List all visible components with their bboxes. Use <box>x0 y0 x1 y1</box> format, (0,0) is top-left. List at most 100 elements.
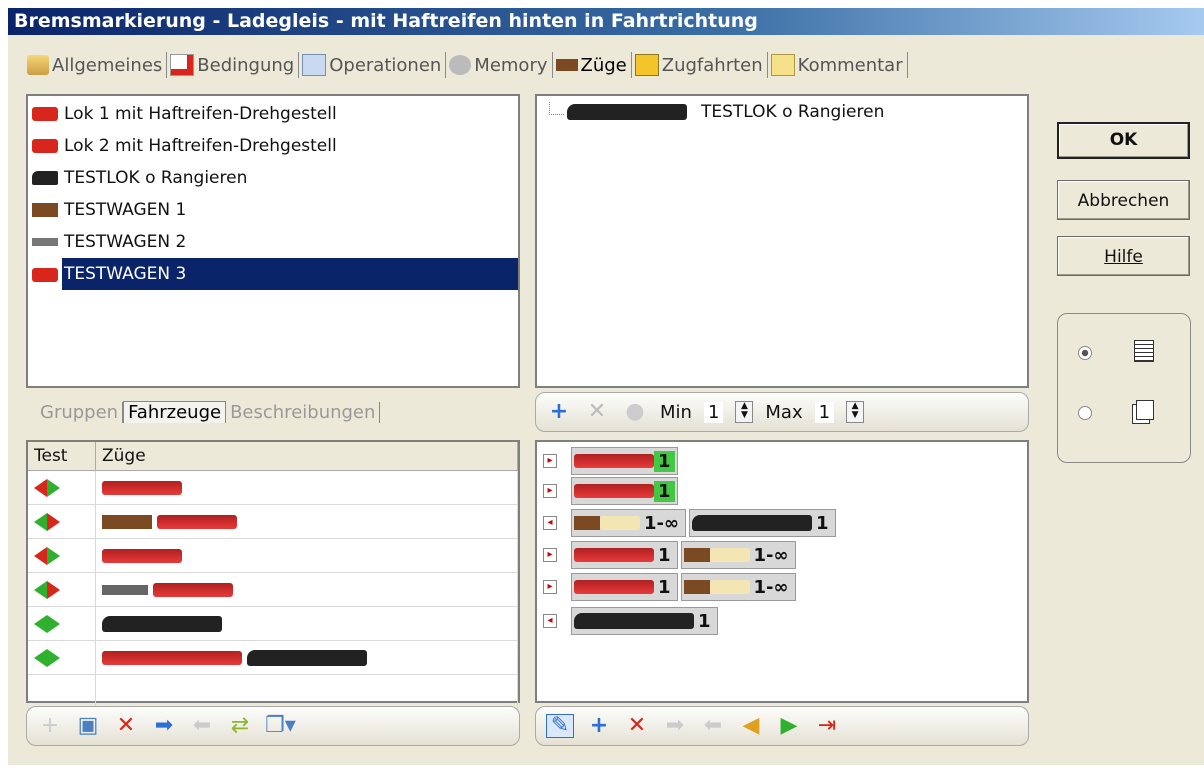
tree-panel[interactable]: TESTLOK o Rangieren <box>535 94 1029 388</box>
arrow-left-icon[interactable]: ⬅ <box>700 715 726 737</box>
tab-memory[interactable]: Memory <box>446 52 553 78</box>
table-row[interactable] <box>28 572 518 607</box>
freight-wagon-icon <box>683 580 710 594</box>
cancel-button[interactable]: Abbrechen <box>1057 180 1190 220</box>
composition-row[interactable]: ▸ 1 1-∞ <box>537 573 799 601</box>
grid-toolbar: + ▣ ✕ ➡ ⬅ ⇄ ❐▾ <box>26 706 520 746</box>
delete-icon[interactable]: ✕ <box>624 715 650 737</box>
list-item[interactable]: Lok 2 mit Haftreifen-Drehgestell <box>28 130 518 162</box>
arrow-right-icon[interactable]: ➡ <box>151 715 177 737</box>
trains-icon <box>555 59 578 71</box>
new-train-icon[interactable]: ✎ <box>546 714 574 738</box>
vehicle-chip[interactable]: 1 <box>689 509 836 537</box>
table-row[interactable] <box>28 470 518 505</box>
ok-button[interactable]: OK <box>1057 122 1190 159</box>
swap-icon[interactable]: ⇄ <box>227 715 253 737</box>
freight-wagon-icon <box>102 514 152 529</box>
railcar-icon <box>574 454 654 468</box>
table-row[interactable] <box>28 504 518 539</box>
composition-row[interactable]: ◂ 1-∞ 1 <box>537 509 839 537</box>
railcar-icon <box>32 107 58 121</box>
freight-wagon-icon <box>32 203 58 217</box>
freight-wagon-icon <box>574 516 600 530</box>
expand-icon[interactable]: ◂ <box>543 614 557 628</box>
tab-condition[interactable]: Bedingung <box>167 52 300 78</box>
tab-descriptions[interactable]: Beschreibungen <box>226 401 381 423</box>
min-stepper[interactable]: ▲ ▼ <box>735 401 754 423</box>
delete-icon[interactable]: ✕ <box>584 401 610 423</box>
disable-icon[interactable]: ● <box>622 401 648 423</box>
composition-row[interactable]: ◂ 1 <box>537 607 721 635</box>
graphic-view-radio[interactable] <box>1078 406 1092 420</box>
tab-general[interactable]: Allgemeines <box>24 52 168 78</box>
railcar-icon <box>153 582 234 597</box>
tab-groups[interactable]: Gruppen <box>36 401 124 423</box>
vehicle-chip[interactable]: 1 <box>571 477 678 505</box>
expand-icon[interactable]: ▸ <box>543 484 557 498</box>
list-item[interactable]: TESTWAGEN 2 <box>28 226 518 258</box>
vehicle-chip[interactable]: 1-∞ <box>571 509 686 537</box>
export-icon[interactable]: ⇥ <box>814 715 840 737</box>
tab-bar: Allgemeines Bedingung Operationen Memory… <box>24 48 908 82</box>
list-item[interactable]: Lok 1 mit Haftreifen-Drehgestell <box>28 98 518 130</box>
expand-icon[interactable]: ▸ <box>543 548 557 562</box>
vehicle-chip[interactable]: 1 <box>571 607 718 635</box>
list-view-radio[interactable] <box>1078 346 1092 360</box>
composition-toolbar: ✎ + ✕ ➡ ⬅ ◀ ▶ ⇥ <box>535 706 1029 746</box>
tab-trains[interactable]: Züge <box>553 52 632 78</box>
table-row[interactable] <box>28 538 518 573</box>
list-item[interactable]: TESTWAGEN 1 <box>28 194 518 226</box>
arrow-left-icon[interactable]: ⬅ <box>189 715 215 737</box>
table-row[interactable] <box>28 606 518 641</box>
tree-item[interactable]: TESTLOK o Rangieren <box>567 102 884 122</box>
train-test-grid[interactable]: Test Züge <box>26 440 520 709</box>
max-value[interactable]: 1 <box>814 401 835 423</box>
railcar-icon <box>157 514 238 529</box>
vehicle-chip[interactable]: 1-∞ <box>680 541 796 569</box>
list-item-selected[interactable]: TESTWAGEN 3 <box>62 258 518 290</box>
list-item[interactable]: TESTLOK o Rangieren <box>28 162 518 194</box>
direction-left-icon <box>34 648 47 667</box>
delete-icon[interactable]: ✕ <box>113 715 139 737</box>
copy-menu-icon[interactable]: ❐▾ <box>265 715 296 737</box>
add-icon[interactable]: + <box>586 715 612 737</box>
tab-train-runs[interactable]: Zugfahrten <box>632 52 768 78</box>
column-header-test[interactable]: Test <box>28 442 96 471</box>
direction-right-icon <box>47 614 60 633</box>
help-button[interactable]: Hilfe <box>1057 236 1190 276</box>
expand-icon[interactable]: ▸ <box>543 580 557 594</box>
composition-row[interactable]: ▸ 1 <box>537 447 681 475</box>
arrow-right-icon[interactable]: ➡ <box>662 715 688 737</box>
flat-wagon-icon <box>102 584 148 595</box>
add-icon[interactable]: + <box>546 401 572 423</box>
edit-icon[interactable]: ▣ <box>75 715 101 737</box>
railcar-icon <box>574 580 654 594</box>
vehicle-chip[interactable]: 1 <box>571 541 678 569</box>
railcar-icon <box>574 484 654 498</box>
column-header-trains[interactable]: Züge <box>95 442 518 471</box>
move-right-icon[interactable]: ▶ <box>776 715 802 737</box>
expand-icon[interactable]: ◂ <box>543 516 557 530</box>
memory-icon <box>449 55 472 75</box>
tab-vehicles[interactable]: Fahrzeuge <box>123 401 227 423</box>
train-composition-panel[interactable]: ▸ 1 ▸ 1 ◂ 1-∞ 1 ▸ 1 1-∞ ▸ 1 1-∞ ◂ 1 <box>535 440 1029 703</box>
min-value[interactable]: 1 <box>703 401 724 423</box>
expand-icon[interactable]: ▸ <box>543 454 557 468</box>
comment-icon <box>770 54 795 76</box>
move-left-icon[interactable]: ◀ <box>738 715 764 737</box>
vehicle-list[interactable]: Lok 1 mit Haftreifen-Drehgestell Lok 2 m… <box>26 94 520 388</box>
direction-left-icon <box>34 580 47 599</box>
tab-operations[interactable]: Operationen <box>299 52 447 78</box>
max-stepper[interactable]: ▲ ▼ <box>846 401 865 423</box>
vehicle-chip[interactable]: 1 <box>571 447 678 475</box>
vehicle-chip[interactable]: 1-∞ <box>680 573 796 601</box>
add-icon[interactable]: + <box>37 715 63 737</box>
railcar-icon <box>102 548 182 563</box>
composition-row[interactable]: ▸ 1 <box>537 477 681 505</box>
table-row[interactable] <box>28 674 518 709</box>
table-row[interactable] <box>28 640 518 675</box>
railcar-icon <box>32 139 58 153</box>
tab-comment[interactable]: Kommentar <box>768 52 908 78</box>
vehicle-chip[interactable]: 1 <box>571 573 678 601</box>
composition-row[interactable]: ▸ 1 1-∞ <box>537 541 799 569</box>
